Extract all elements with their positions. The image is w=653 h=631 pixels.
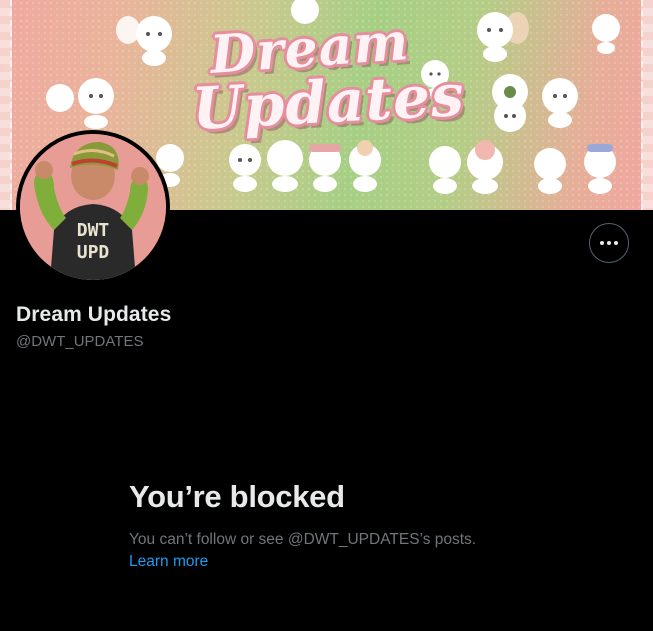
banner-title-line2: Updates (190, 60, 467, 144)
profile-page: Dream Updates DWT UPD Dream Updates @DWT… (0, 0, 653, 631)
critter-corner-illustration (592, 14, 620, 54)
banner-right-border (641, 0, 653, 210)
critter-butterfly-illustration (116, 16, 172, 66)
critter-fairy-illustration (477, 12, 529, 62)
profile-display-name: Dream Updates (16, 303, 172, 326)
blocked-description: You can’t follow or see @DWT_UPDATES’s p… (129, 531, 477, 548)
avatar-image: DWT UPD (20, 134, 166, 280)
avatar-text-line1: DWT (77, 220, 110, 241)
avatar-text-line2: UPD (77, 242, 110, 263)
profile-handle: @DWT_UPDATES (16, 333, 144, 350)
banner-left-border (0, 0, 12, 210)
avatar[interactable]: DWT UPD (16, 130, 170, 284)
more-options-button[interactable] (589, 223, 629, 263)
critter-group-illustration (229, 140, 381, 192)
avatar-illustration: DWT UPD (20, 134, 166, 280)
critter-group-right-illustration (429, 140, 616, 194)
blocked-title: You’re blocked (129, 479, 345, 514)
critter-right-illustration (542, 78, 578, 128)
learn-more-link[interactable]: Learn more (129, 553, 208, 571)
critter-pair-illustration (46, 78, 114, 129)
more-horizontal-icon (600, 241, 618, 245)
